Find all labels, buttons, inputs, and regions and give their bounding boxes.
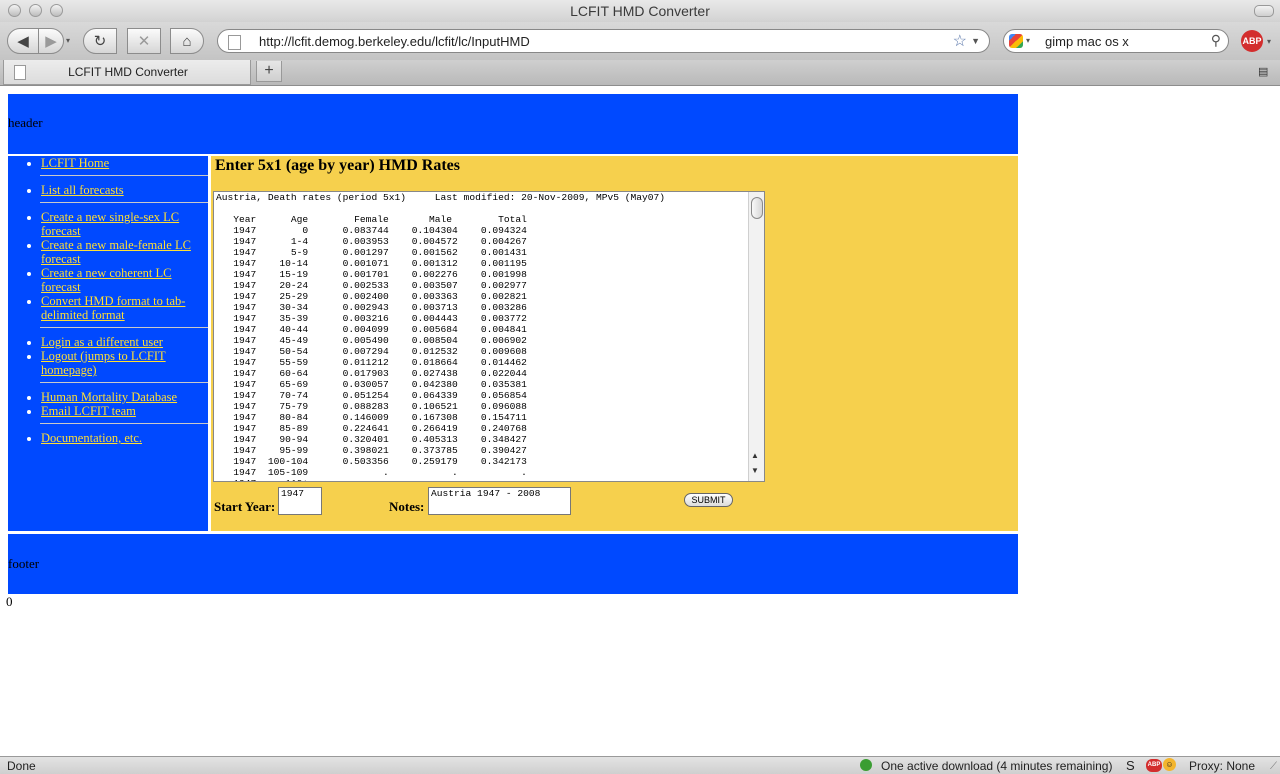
- link-email-lcfit-team[interactable]: Email LCFIT team: [41, 404, 136, 418]
- forward-arrow-icon: ▶: [45, 33, 57, 50]
- window-titlebar: LCFIT HMD Converter: [0, 0, 1280, 22]
- textarea-scrollbar[interactable]: ▲ ▼: [748, 192, 764, 481]
- forward-button[interactable]: ▶: [38, 28, 64, 54]
- footer-text: footer: [8, 556, 40, 571]
- stop-button[interactable]: ✕: [127, 28, 161, 54]
- sidebar-divider: [40, 202, 208, 203]
- sidebar-item: Logout (jumps to LCFIT homepage): [41, 349, 208, 377]
- tab-lcfit-hmd-converter[interactable]: LCFIT HMD Converter: [3, 60, 251, 85]
- back-button[interactable]: ◀: [7, 28, 39, 54]
- tab-list-icon[interactable]: ▤: [1258, 65, 1274, 79]
- start-year-label: Start Year:: [214, 499, 276, 514]
- download-icon[interactable]: [860, 759, 872, 771]
- adblock-plus-icon[interactable]: ABP: [1241, 30, 1263, 52]
- link-single-sex-forecast[interactable]: Create a new single-sex LC forecast: [41, 210, 179, 238]
- link-lcfit-home[interactable]: LCFIT Home: [41, 156, 109, 170]
- url-bar[interactable]: http://lcfit.demog.berkeley.edu/lcfit/lc…: [217, 29, 990, 53]
- search-icon[interactable]: ⚲: [1211, 32, 1221, 49]
- sidebar-divider: [40, 327, 208, 328]
- google-icon[interactable]: [1009, 34, 1023, 48]
- reload-button[interactable]: ↻: [83, 28, 117, 54]
- sidebar-divider: [40, 423, 208, 424]
- link-convert-hmd[interactable]: Convert HMD format to tab-delimited form…: [41, 294, 185, 322]
- tab-bar: LCFIT HMD Converter + ▤: [0, 60, 1280, 86]
- sidebar-group-1: LCFIT Home: [8, 156, 208, 170]
- reload-icon: ↻: [93, 33, 107, 50]
- adblock-status-icon[interactable]: ABP: [1146, 759, 1162, 772]
- link-list-all-forecasts[interactable]: List all forecasts: [41, 183, 124, 197]
- sidebar-group-2: List all forecasts: [8, 183, 208, 197]
- sidebar-divider: [40, 175, 208, 176]
- resize-grip-icon[interactable]: ⟋: [1270, 761, 1277, 772]
- window-title: LCFIT HMD Converter: [570, 3, 710, 19]
- home-icon: ⌂: [182, 32, 192, 50]
- sidebar-group-3: Create a new single-sex LC forecast Crea…: [8, 210, 208, 322]
- scroll-up-arrow-icon[interactable]: ▲: [751, 451, 759, 460]
- proxy-status[interactable]: Proxy: None: [1189, 759, 1255, 773]
- s-extension-icon[interactable]: S: [1126, 758, 1135, 773]
- notes-label: Notes:: [389, 499, 425, 514]
- sidebar-group-6: Documentation, etc.: [8, 431, 208, 445]
- start-year-field[interactable]: 1947: [278, 487, 322, 515]
- adblock-dropdown-icon[interactable]: ▾: [1267, 37, 1271, 46]
- page-icon: [228, 35, 241, 50]
- trailing-text: 0: [6, 594, 13, 609]
- search-bar[interactable]: ▾ gimp mac os x ⚲: [1003, 29, 1229, 53]
- link-human-mortality-database[interactable]: Human Mortality Database: [41, 390, 177, 404]
- sidebar-item: Create a new male-female LC forecast: [41, 238, 208, 266]
- sidebar-item: Human Mortality Database: [41, 390, 208, 404]
- page-title: Enter 5x1 (age by year) HMD Rates: [215, 157, 460, 174]
- sidebar-item: Create a new coherent LC forecast: [41, 266, 208, 294]
- scrollbar-thumb[interactable]: [751, 197, 763, 219]
- status-text: Done: [7, 759, 36, 773]
- page-header: header: [8, 94, 1018, 154]
- sidebar-item: Documentation, etc.: [41, 431, 208, 445]
- header-text: header: [8, 115, 43, 130]
- search-engine-dropdown-icon[interactable]: ▾: [1026, 36, 1030, 45]
- home-button[interactable]: ⌂: [170, 28, 204, 54]
- page-footer: footer: [8, 534, 1018, 594]
- scroll-down-arrow-icon[interactable]: ▼: [751, 466, 759, 475]
- tab-label: LCFIT HMD Converter: [68, 65, 188, 79]
- download-status[interactable]: One active download (4 minutes remaining…: [881, 759, 1112, 773]
- smiley-extension-icon[interactable]: ☺: [1163, 758, 1176, 771]
- navigation-toolbar: ◀ ▶ ▾ ↻ ✕ ⌂ http://lcfit.demog.berkeley.…: [0, 22, 1280, 60]
- link-login-different-user[interactable]: Login as a different user: [41, 335, 163, 349]
- url-dropdown-icon[interactable]: ▼: [971, 36, 980, 46]
- back-arrow-icon: ◀: [17, 33, 29, 50]
- sidebar-group-5: Human Mortality Database Email LCFIT tea…: [8, 390, 208, 418]
- sidebar-divider: [40, 382, 208, 383]
- search-input[interactable]: gimp mac os x: [1045, 34, 1129, 49]
- history-dropdown-icon[interactable]: ▾: [66, 36, 70, 45]
- sidebar-item: LCFIT Home: [41, 156, 208, 170]
- bookmark-star-icon[interactable]: ☆: [953, 31, 967, 51]
- sidebar-item: List all forecasts: [41, 183, 208, 197]
- link-documentation[interactable]: Documentation, etc.: [41, 431, 142, 445]
- sidebar-item: Convert HMD format to tab-delimited form…: [41, 294, 208, 322]
- toolbar-toggle-button[interactable]: [1254, 5, 1274, 17]
- main-panel: Enter 5x1 (age by year) HMD Rates Austri…: [211, 156, 1018, 531]
- notes-field[interactable]: Austria 1947 - 2008: [428, 487, 571, 515]
- hmd-rates-text[interactable]: Austria, Death rates (period 5x1) Last m…: [214, 192, 764, 481]
- link-logout[interactable]: Logout (jumps to LCFIT homepage): [41, 349, 166, 377]
- status-bar: Done One active download (4 minutes rema…: [0, 756, 1280, 774]
- sidebar-item: Login as a different user: [41, 335, 208, 349]
- new-tab-button[interactable]: +: [256, 61, 282, 82]
- submit-button[interactable]: SUBMIT: [684, 493, 733, 507]
- sidebar-item: Create a new single-sex LC forecast: [41, 210, 208, 238]
- link-male-female-forecast[interactable]: Create a new male-female LC forecast: [41, 238, 191, 266]
- sidebar-group-4: Login as a different user Logout (jumps …: [8, 335, 208, 377]
- stop-icon: ✕: [137, 33, 151, 50]
- sidebar-item: Email LCFIT team: [41, 404, 208, 418]
- sidebar: LCFIT Home List all forecasts Create a n…: [8, 156, 208, 531]
- url-text[interactable]: http://lcfit.demog.berkeley.edu/lcfit/lc…: [259, 34, 530, 49]
- link-coherent-forecast[interactable]: Create a new coherent LC forecast: [41, 266, 172, 294]
- page-content: header LCFIT Home List all forecasts Cre…: [0, 86, 1280, 756]
- hmd-rates-textarea[interactable]: Austria, Death rates (period 5x1) Last m…: [213, 191, 765, 482]
